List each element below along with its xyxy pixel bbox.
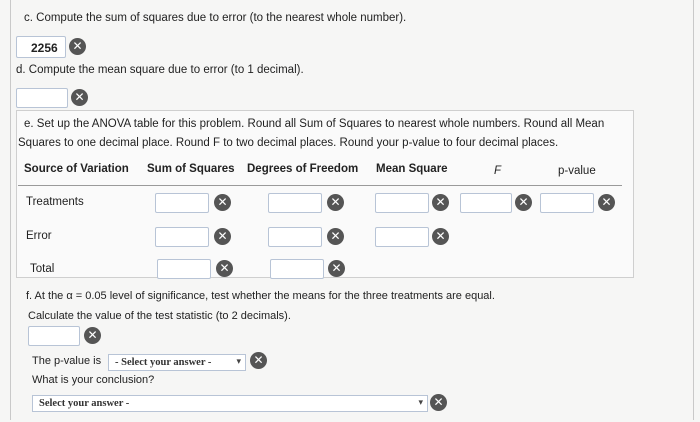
part-d-answer-field[interactable] xyxy=(16,88,68,108)
x-circle-icon: ✕ xyxy=(328,260,345,277)
x-circle-icon: ✕ xyxy=(432,194,449,211)
total-ss-field[interactable] xyxy=(157,259,211,279)
error-df-field[interactable] xyxy=(268,227,322,247)
conclusion-select[interactable]: Select your answer - ▾ xyxy=(32,395,428,412)
error-ms-field[interactable] xyxy=(375,227,429,247)
part-f-calc-prompt: Calculate the value of the test statisti… xyxy=(28,310,291,322)
x-circle-icon: ✕ xyxy=(598,194,615,211)
pvalue-label: The p-value is xyxy=(32,355,102,367)
x-circle-icon: ✕ xyxy=(432,228,449,245)
error-ss-field[interactable] xyxy=(155,227,209,247)
x-circle-icon: ✕ xyxy=(327,228,344,245)
treatments-ss-field[interactable] xyxy=(155,193,209,213)
part-c-answer-value: 2256 xyxy=(31,41,58,55)
part-f-question: f. At the α = 0.05 level of significance… xyxy=(26,290,495,302)
header-df: Degrees of Freedom xyxy=(247,163,359,175)
total-df-field[interactable] xyxy=(270,259,324,279)
row-label-total: Total xyxy=(30,263,55,275)
part-e-question-line2: Squares to one decimal place. Round F to… xyxy=(18,137,559,149)
conclusion-select-text: Select your answer - xyxy=(39,398,130,409)
header-divider xyxy=(18,185,622,186)
header-ss: Sum of Squares xyxy=(147,163,235,175)
treatments-df-field[interactable] xyxy=(268,193,322,213)
treatments-p-field[interactable] xyxy=(540,193,594,213)
x-circle-icon: ✕ xyxy=(214,228,231,245)
x-circle-icon: ✕ xyxy=(84,327,101,344)
chevron-down-icon: ▾ xyxy=(236,357,241,367)
x-circle-icon: ✕ xyxy=(430,394,447,411)
x-circle-icon: ✕ xyxy=(214,194,231,211)
treatments-ms-field[interactable] xyxy=(375,193,429,213)
row-label-treatments: Treatments xyxy=(26,196,84,208)
header-source: Source of Variation xyxy=(24,163,129,175)
part-d-question: d. Compute the mean square due to error … xyxy=(16,64,304,76)
header-ms: Mean Square xyxy=(376,163,448,175)
treatments-f-field[interactable] xyxy=(460,193,512,213)
part-c-answer-field[interactable]: 2256 xyxy=(16,36,66,58)
test-statistic-field[interactable] xyxy=(28,326,80,346)
row-label-error: Error xyxy=(26,230,52,242)
x-circle-icon: ✕ xyxy=(216,260,233,277)
x-circle-icon: ✕ xyxy=(250,352,267,369)
part-e-question-line1: e. Set up the ANOVA table for this probl… xyxy=(24,118,605,130)
part-c-question: c. Compute the sum of squares due to err… xyxy=(24,12,407,24)
chevron-down-icon: ▾ xyxy=(418,398,423,408)
pvalue-select-text: - Select your answer - xyxy=(115,357,212,368)
header-f: F xyxy=(494,165,502,177)
x-circle-icon: ✕ xyxy=(71,89,88,106)
x-circle-icon: ✕ xyxy=(515,194,532,211)
header-p: p-value xyxy=(558,165,596,177)
conclusion-label: What is your conclusion? xyxy=(32,374,155,386)
x-circle-icon: ✕ xyxy=(327,194,344,211)
pvalue-select[interactable]: - Select your answer - ▾ xyxy=(108,354,246,371)
x-circle-icon: ✕ xyxy=(69,38,86,55)
